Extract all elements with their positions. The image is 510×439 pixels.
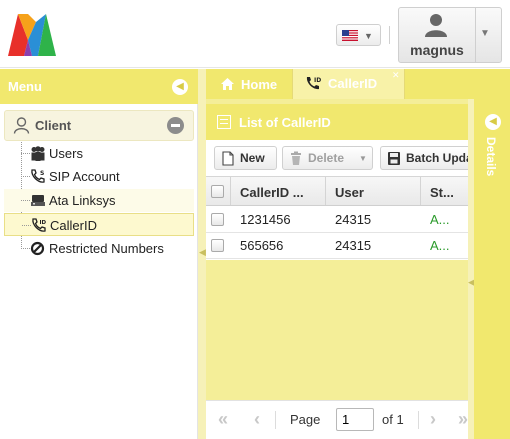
batch-update-button[interactable]: Batch Update bbox=[380, 146, 468, 170]
sidebar-item-label: SIP Account bbox=[49, 169, 120, 184]
sidebar-item-sip-account[interactable]: S SIP Account bbox=[4, 165, 194, 188]
chevron-down-icon: ▼ bbox=[364, 31, 373, 41]
tab-label: CallerID bbox=[328, 76, 378, 91]
menu-tree: Client Users S SIP Account Ata Linksys I… bbox=[0, 104, 198, 439]
sidebar-item-label: Restricted Numbers bbox=[49, 241, 164, 256]
grid-header: CallerID ... User St... bbox=[206, 176, 468, 206]
new-button[interactable]: New bbox=[214, 146, 277, 170]
callerid-icon: ID bbox=[306, 77, 321, 90]
sidebar-item-ata-linksys[interactable]: Ata Linksys bbox=[4, 189, 194, 212]
sidebar-item-restricted-numbers[interactable]: Restricted Numbers bbox=[4, 237, 194, 260]
left-splitter[interactable]: ◀ bbox=[198, 69, 206, 439]
previous-page-icon[interactable]: ‹ bbox=[254, 409, 260, 430]
svg-text:S: S bbox=[40, 170, 44, 177]
row-checkbox[interactable] bbox=[211, 213, 224, 226]
tree-connector bbox=[21, 176, 30, 177]
chevron-left-icon: ◀ bbox=[199, 247, 206, 257]
tree-connector bbox=[21, 248, 30, 249]
tab-callerid[interactable]: ID CallerID ✕ bbox=[292, 69, 405, 99]
user-button[interactable]: magnus bbox=[399, 8, 475, 62]
select-all-checkbox[interactable] bbox=[211, 185, 224, 198]
list-icon bbox=[217, 115, 231, 129]
page-label: Page bbox=[290, 412, 321, 427]
details-label: Details bbox=[484, 137, 498, 177]
tab-label: Home bbox=[241, 77, 278, 92]
page-total-label: of 1 bbox=[382, 412, 404, 427]
divider bbox=[275, 411, 276, 429]
svg-text:ID: ID bbox=[314, 77, 321, 84]
cell-status: A... bbox=[430, 238, 450, 253]
chevron-down-icon[interactable]: ▼ bbox=[480, 28, 490, 39]
callerid-icon: ID bbox=[32, 218, 47, 232]
person-icon bbox=[13, 117, 30, 134]
button-label: Batch Update bbox=[406, 151, 468, 165]
cell-user: 24315 bbox=[335, 238, 372, 253]
details-panel[interactable]: ◀ Details bbox=[474, 99, 510, 439]
tab-bar: Home ID CallerID ✕ bbox=[206, 69, 510, 99]
table-row[interactable]: 1231456 24315 A... bbox=[206, 207, 468, 233]
collapse-menu-icon[interactable]: ◀ bbox=[172, 79, 188, 95]
cell-callerid: 1231456 bbox=[240, 212, 291, 227]
trash-icon bbox=[291, 151, 301, 165]
delete-button[interactable]: Delete ▼ bbox=[282, 146, 373, 170]
panel-header: List of CallerID bbox=[206, 104, 468, 140]
toolbar: New Delete ▼ Batch Update bbox=[206, 140, 468, 176]
close-tab-icon[interactable]: ✕ bbox=[392, 70, 400, 81]
sip-phone-icon: S bbox=[31, 169, 45, 183]
column-separator bbox=[230, 177, 231, 205]
tree-connector bbox=[21, 153, 30, 154]
sidebar-item-users[interactable]: Users bbox=[4, 142, 194, 165]
tree-group-label: Client bbox=[35, 118, 72, 133]
menu-title: Menu bbox=[8, 79, 42, 94]
tree-connector bbox=[21, 200, 30, 201]
collapse-group-icon[interactable] bbox=[167, 117, 184, 134]
language-selector[interactable]: ▼ bbox=[336, 24, 381, 46]
pagination-bar: « ‹ Page of 1 › » bbox=[206, 400, 468, 439]
column-header-user[interactable]: User bbox=[335, 177, 405, 205]
button-label: New bbox=[240, 151, 265, 165]
row-checkbox[interactable] bbox=[211, 239, 224, 252]
column-header-status[interactable]: St... bbox=[430, 177, 464, 205]
column-separator bbox=[325, 177, 326, 205]
user-menu[interactable]: magnus ▼ bbox=[398, 7, 502, 63]
home-icon bbox=[221, 78, 234, 90]
sidebar-item-callerid[interactable]: ID CallerID bbox=[4, 213, 194, 236]
app-logo[interactable] bbox=[8, 12, 56, 56]
svg-text:ID: ID bbox=[40, 220, 47, 226]
cell-callerid: 565656 bbox=[240, 238, 284, 253]
divider bbox=[418, 411, 419, 429]
sidebar-item-label: CallerID bbox=[50, 218, 97, 233]
restricted-icon bbox=[30, 241, 45, 256]
divider bbox=[475, 8, 476, 62]
save-icon bbox=[388, 152, 400, 165]
device-icon bbox=[31, 195, 45, 206]
chevron-down-icon: ▼ bbox=[359, 154, 367, 163]
column-header-callerid[interactable]: CallerID ... bbox=[240, 177, 324, 205]
new-document-icon bbox=[222, 151, 234, 166]
user-name: magnus bbox=[410, 42, 464, 58]
button-label: Delete bbox=[308, 151, 345, 165]
user-icon bbox=[425, 14, 447, 37]
sidebar-item-label: Users bbox=[49, 146, 83, 161]
divider bbox=[389, 26, 390, 44]
users-icon bbox=[31, 146, 45, 161]
panel-title: List of CallerID bbox=[239, 115, 331, 130]
tree-connector bbox=[22, 225, 31, 226]
cell-user: 24315 bbox=[335, 212, 372, 227]
tab-home[interactable]: Home bbox=[216, 73, 277, 99]
next-page-icon[interactable]: › bbox=[430, 409, 436, 430]
menu-header: Menu ◀ bbox=[0, 69, 198, 104]
table-row[interactable]: 565656 24315 A... bbox=[206, 233, 468, 259]
page-number-input[interactable] bbox=[336, 408, 374, 431]
last-page-icon[interactable]: » bbox=[458, 409, 468, 430]
first-page-icon[interactable]: « bbox=[218, 409, 228, 430]
sidebar-item-label: Ata Linksys bbox=[49, 193, 116, 208]
callerid-grid: CallerID ... User St... 1231456 24315 A.… bbox=[206, 176, 468, 260]
us-flag-icon bbox=[342, 30, 358, 41]
tree-group-client[interactable]: Client bbox=[4, 110, 194, 141]
cell-status: A... bbox=[430, 212, 450, 227]
column-separator bbox=[420, 177, 421, 205]
top-bar: ▼ magnus ▼ bbox=[0, 0, 510, 68]
expand-details-icon[interactable]: ◀ bbox=[485, 114, 501, 130]
